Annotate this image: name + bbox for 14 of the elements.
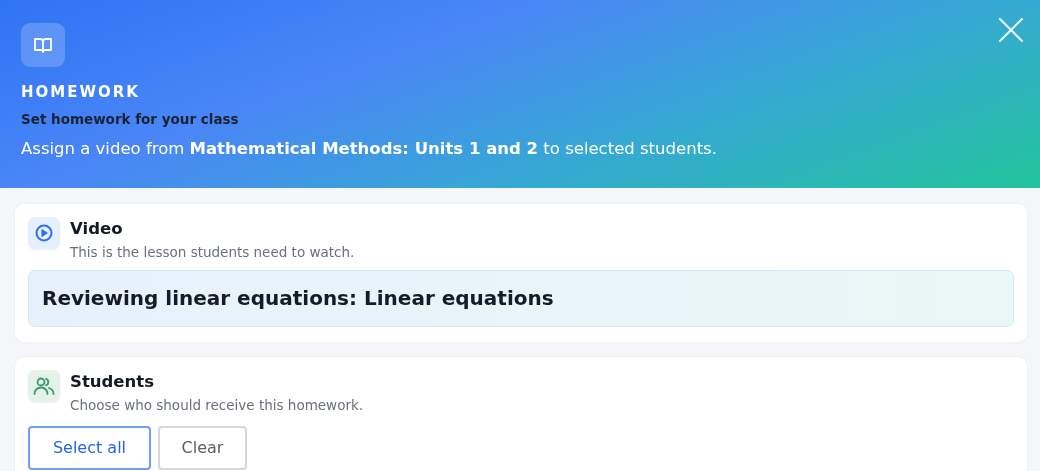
video-title: Reviewing linear equations: Linear equations	[28, 270, 1014, 327]
eyebrow-label: HOMEWORK	[21, 83, 141, 101]
section-subtitle: This is the lesson students need to watch.	[70, 243, 355, 262]
book-icon	[34, 37, 52, 53]
select-all-button[interactable]: Select all	[28, 426, 151, 470]
section-subtitle: Choose who should receive this homework.	[70, 396, 364, 415]
users-icon	[33, 377, 55, 395]
clear-button[interactable]: Clear	[158, 426, 247, 470]
dialog-title: Set homework for your class	[21, 110, 240, 128]
play-icon	[35, 224, 53, 242]
close-icon[interactable]	[998, 17, 1024, 43]
dialog-description: Assign a video from Mathematical Methods: Units 1 and 2 to selected students.	[21, 138, 718, 160]
section-title: Students	[70, 372, 155, 392]
section-title: Video	[70, 219, 124, 239]
